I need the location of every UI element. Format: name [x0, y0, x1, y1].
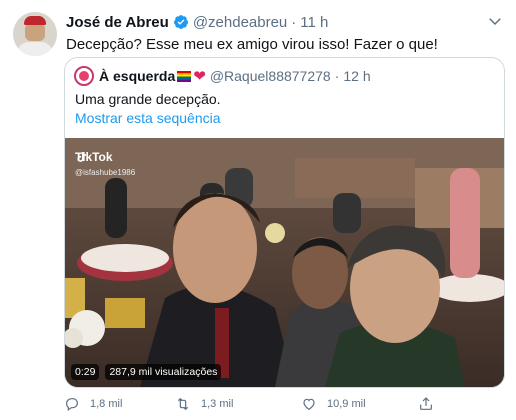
tweet-header: José de Abreu @zehdeabreu · 11 h — [66, 12, 328, 32]
reply-button[interactable]: 1,8 mil — [64, 396, 122, 412]
quoted-tweet-text: Uma grande decepção. — [75, 91, 221, 107]
share-icon — [420, 397, 432, 410]
red-heart-icon: ❤ — [193, 68, 206, 85]
author-avatar[interactable] — [13, 12, 57, 56]
chevron-down-icon[interactable] — [486, 12, 504, 30]
verified-badge-icon — [173, 15, 188, 29]
share-button[interactable] — [418, 396, 434, 412]
like-button[interactable]: 10,9 mil — [301, 396, 366, 412]
tweet-actions: 1,8 mil 1,3 mil 10,9 mil — [64, 396, 444, 414]
author-name[interactable]: José de Abreu — [66, 14, 169, 31]
video-overlay: 0:29 287,9 mil visualizações — [71, 364, 222, 380]
author-handle[interactable]: @zehdeabreu — [193, 14, 287, 31]
show-thread-link[interactable]: Mostrar esta sequência — [75, 109, 221, 128]
video-player[interactable]: TikTok @isfashube1986 0:29 287,9 mil vis… — [65, 138, 504, 387]
quoted-timestamp[interactable]: 12 h — [343, 68, 370, 84]
quoted-author-handle[interactable]: @Raquel88877278 — [210, 68, 331, 84]
quoted-tweet[interactable]: À esquerda ❤ @Raquel88877278 · 12 h Uma … — [64, 57, 505, 388]
like-icon — [303, 398, 315, 411]
reply-icon — [66, 398, 78, 411]
rainbow-flag-icon — [177, 70, 192, 82]
reply-count: 1,8 mil — [90, 398, 123, 410]
retweet-count: 1,3 mil — [201, 398, 234, 410]
timestamp[interactable]: 11 h — [300, 14, 328, 31]
tiktok-watermark: TikTok — [75, 150, 113, 164]
retweet-button[interactable]: 1,3 mil — [175, 396, 233, 412]
tiktok-logo-icon — [77, 152, 86, 162]
video-views: 287,9 mil visualizações — [105, 364, 222, 380]
quoted-author-avatar — [74, 66, 94, 86]
tiktok-handle: @isfashube1986 — [75, 168, 136, 177]
separator-dot: · — [291, 13, 297, 31]
quoted-tweet-header: À esquerda ❤ @Raquel88877278 · 12 h — [74, 66, 371, 86]
retweet-icon — [177, 397, 189, 411]
quoted-author-name[interactable]: À esquerda — [99, 68, 175, 84]
tweet[interactable]: José de Abreu @zehdeabreu · 11 h Decepçã… — [0, 0, 516, 420]
tweet-text: Decepção? Esse meu ex amigo virou isso! … — [66, 36, 438, 53]
like-count: 10,9 mil — [327, 398, 366, 410]
video-duration: 0:29 — [71, 364, 100, 380]
separator-dot: · — [334, 68, 340, 84]
